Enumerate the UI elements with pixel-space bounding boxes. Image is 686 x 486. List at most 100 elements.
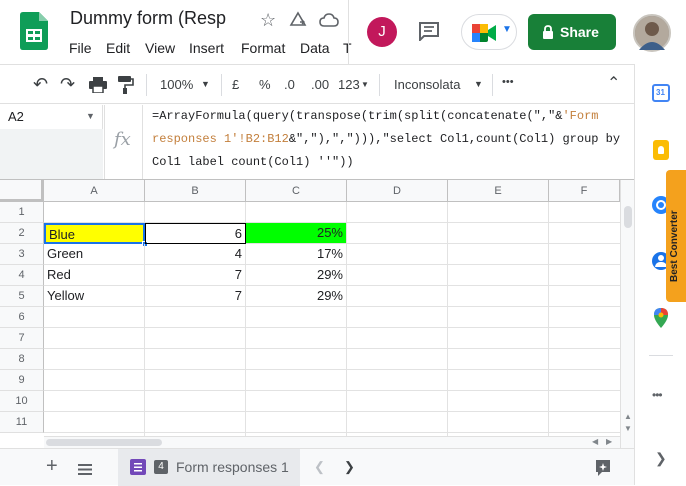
cell-a5[interactable]: Yellow (44, 286, 145, 307)
cell-c4[interactable]: 29% (246, 265, 347, 286)
share-label: Share (560, 24, 599, 40)
header-divider (348, 0, 349, 64)
cell-a4[interactable]: Red (44, 265, 145, 286)
column-header-d[interactable]: D (347, 180, 448, 202)
best-converter-extension[interactable]: Best Converter (666, 170, 686, 302)
row-header-8[interactable]: 8 (0, 349, 44, 370)
collapse-menu-icon[interactable]: ⌃ (607, 73, 620, 93)
zoom-dropdown-icon[interactable]: ▼ (201, 79, 210, 89)
meet-button[interactable]: ▼ (461, 14, 517, 50)
cell-c5[interactable]: 29% (246, 286, 347, 307)
scroll-up-icon[interactable]: ▲ (624, 412, 632, 421)
name-box-dropdown-icon[interactable]: ▼ (86, 111, 95, 121)
vertical-scroll-thumb[interactable] (624, 206, 632, 228)
row-header-5[interactable]: 5 (0, 286, 44, 307)
response-count-badge: 4 (154, 460, 168, 474)
explore-icon[interactable] (594, 459, 612, 482)
menu-edit[interactable]: Edit (106, 40, 130, 56)
row-header-11[interactable]: 11 (0, 412, 44, 433)
row-header-2[interactable]: 2 (0, 223, 44, 244)
decrease-decimal-button[interactable]: .0 (284, 77, 295, 92)
increase-decimal-button[interactable]: .00 (311, 77, 329, 92)
profile-avatar[interactable] (633, 14, 671, 52)
comment-icon[interactable] (418, 21, 440, 46)
menu-view[interactable]: View (145, 40, 175, 56)
column-header-b[interactable]: B (145, 180, 246, 202)
get-addons-icon[interactable]: ••• (652, 388, 663, 402)
more-formats-button[interactable]: 123 (338, 77, 360, 92)
sheets-logo-icon[interactable] (20, 12, 48, 50)
select-all-corner[interactable] (0, 180, 44, 202)
side-panel-divider (649, 355, 673, 356)
menu-format[interactable]: Format (241, 40, 285, 56)
formula-input[interactable]: =ArrayFormula(query(transpose(trim(split… (152, 105, 622, 174)
print-icon[interactable] (89, 77, 107, 98)
toolbar-divider (146, 74, 147, 96)
sheet-tab-form-responses[interactable]: 4 Form responses 1 (118, 449, 300, 486)
column-header-f[interactable]: F (549, 180, 620, 202)
menu-data[interactable]: Data (300, 40, 330, 56)
cell-b4[interactable]: 7 (145, 265, 246, 286)
tab-scroll-right-icon[interactable]: ❯ (344, 459, 355, 475)
row-header-6[interactable]: 6 (0, 307, 44, 328)
scroll-left-icon[interactable]: ◀ (592, 437, 598, 446)
cell-b2[interactable]: 6 (145, 223, 246, 244)
redo-icon[interactable]: ↷ (60, 74, 75, 95)
cell-a3[interactable]: Green (44, 244, 145, 265)
column-header-c[interactable]: C (246, 180, 347, 202)
add-sheet-icon[interactable]: + (46, 455, 58, 478)
meet-dropdown-icon: ▼ (502, 24, 512, 35)
row-header-3[interactable]: 3 (0, 244, 44, 265)
tab-scroll-left-icon[interactable]: ❮ (314, 459, 325, 475)
move-icon[interactable] (289, 11, 307, 34)
formula-bar[interactable]: fx =ArrayFormula(query(transpose(trim(sp… (104, 105, 634, 179)
vertical-scrollbar[interactable]: ▲ ▼ (620, 180, 634, 448)
more-formats-dropdown-icon[interactable]: ▼ (361, 80, 369, 89)
lock-icon (543, 25, 553, 39)
row-header-10[interactable]: 10 (0, 391, 44, 412)
zoom-select[interactable]: 100% (160, 77, 193, 92)
cell-a2[interactable]: Blue (44, 223, 145, 244)
cell-c3[interactable]: 17% (246, 244, 347, 265)
cell-c2[interactable]: 25% (246, 223, 347, 244)
toolbar: ↶ ↷ 100% ▼ £ % .0 .00 123 ▼ Inconsolata … (0, 64, 634, 104)
paint-format-icon[interactable] (118, 76, 134, 99)
sheet-tab-bar: + 4 Form responses 1 ❮ ❯ (0, 448, 634, 486)
percent-format-button[interactable]: % (259, 77, 271, 92)
collaborator-avatar[interactable]: J (367, 17, 397, 47)
cloud-status-icon[interactable] (319, 12, 339, 33)
horizontal-scrollbar[interactable]: ◀ ▶ (44, 436, 620, 448)
font-dropdown-icon[interactable]: ▼ (474, 79, 483, 89)
row-header-4[interactable]: 4 (0, 265, 44, 286)
currency-format-button[interactable]: £ (232, 77, 239, 92)
share-button[interactable]: Share (528, 14, 616, 50)
cell-b3[interactable]: 4 (145, 244, 246, 265)
more-options-button[interactable]: ••• (502, 76, 514, 88)
menu-insert[interactable]: Insert (189, 40, 224, 56)
column-header-e[interactable]: E (448, 180, 549, 202)
row-header-7[interactable]: 7 (0, 328, 44, 349)
document-title[interactable]: Dummy form (Resp (70, 8, 226, 29)
row-header-9[interactable]: 9 (0, 370, 44, 391)
keep-icon[interactable] (653, 140, 669, 160)
scroll-down-icon[interactable]: ▼ (624, 424, 632, 433)
font-select[interactable]: Inconsolata (394, 77, 461, 92)
formula-divider-2 (142, 105, 143, 179)
all-sheets-icon[interactable] (78, 462, 92, 480)
hide-side-panel-icon[interactable]: ❯ (655, 450, 667, 467)
cell-b5[interactable]: 7 (145, 286, 246, 307)
toolbar-divider (379, 74, 380, 96)
horizontal-scroll-thumb[interactable] (46, 439, 162, 446)
calendar-icon[interactable]: 31 (652, 84, 670, 102)
scroll-right-icon[interactable]: ▶ (606, 437, 612, 446)
menu-file[interactable]: File (69, 40, 92, 56)
header: Dummy form (Resp ☆ File Edit View Insert… (0, 0, 671, 64)
column-header-a[interactable]: A (44, 180, 145, 202)
name-box[interactable]: A2 ▼ (0, 105, 103, 129)
star-icon[interactable]: ☆ (260, 10, 276, 31)
spreadsheet-grid[interactable]: A B C D E F 1 2 3 4 5 6 7 8 9 10 11 Blue… (0, 180, 620, 436)
maps-icon[interactable] (654, 308, 668, 333)
undo-icon[interactable]: ↶ (33, 74, 48, 95)
formula-line-1-code: =ArrayFormula(query(transpose(trim(split… (152, 109, 563, 123)
row-header-1[interactable]: 1 (0, 202, 44, 223)
